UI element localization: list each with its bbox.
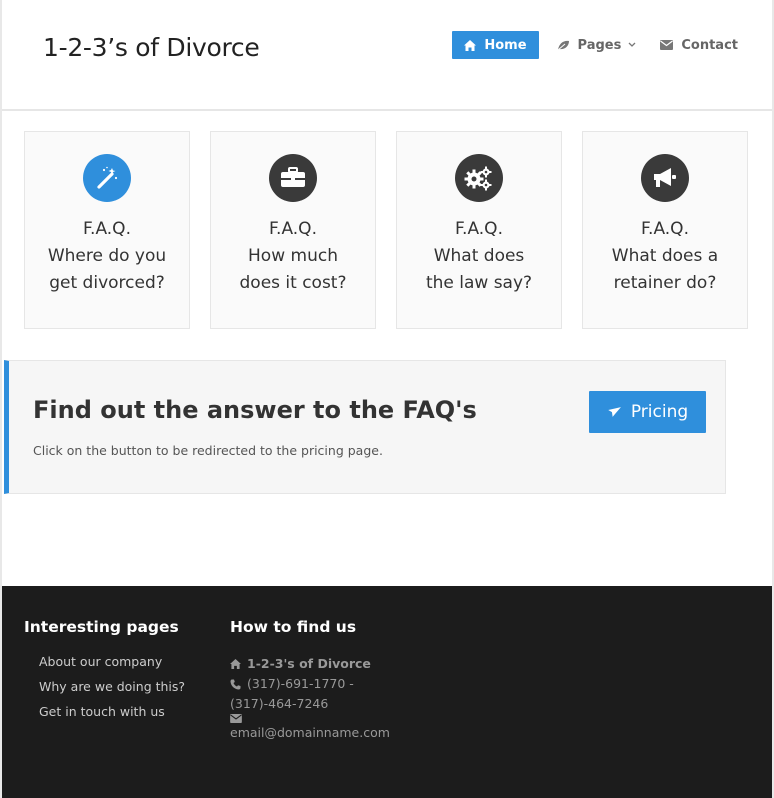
site-header: 1-2-3’s of Divorce Home Pages Contact (2, 0, 772, 111)
phone-icon (230, 679, 241, 689)
gears-icon (455, 154, 503, 202)
callout-title: Find out the answer to the FAQ's (33, 396, 477, 424)
faq-box-question-line1: Where do you (47, 246, 167, 266)
footer-contact-info: 1-2-3's of Divorce (317)-691-1770 - (317… (230, 654, 390, 743)
faq-box-question-line1: What does (433, 246, 525, 266)
footer-email[interactable]: email@domainname.com (230, 723, 390, 743)
faq-features: F.A.Q. Where do you get divorced? F.A.Q.… (24, 131, 748, 329)
faq-box-where[interactable]: F.A.Q. Where do you get divorced? (24, 131, 190, 329)
briefcase-icon (269, 154, 317, 202)
chevron-down-icon (628, 42, 636, 47)
footer-contact-heading: How to find us (230, 618, 357, 636)
nav-home[interactable]: Home (452, 31, 539, 59)
envelope-icon (660, 40, 674, 50)
faq-box-question-line2: the law say? (425, 273, 533, 293)
magic-wand-icon (83, 154, 131, 202)
faq-box-question-line1: What does a (611, 246, 719, 266)
leaf-icon (557, 40, 569, 50)
footer-company-name: 1-2-3's of Divorce (247, 656, 371, 671)
site-brand[interactable]: 1-2-3’s of Divorce (43, 33, 260, 62)
footer-link-why[interactable]: Why are we doing this? (39, 679, 185, 704)
footer-phone-1: (317)-691-1770 - (247, 676, 354, 691)
nav-pages[interactable]: Pages (545, 31, 649, 59)
faq-box-retainer[interactable]: F.A.Q. What does a retainer do? (582, 131, 748, 329)
home-icon (230, 659, 241, 669)
nav-contact[interactable]: Contact (648, 31, 750, 59)
pricing-button-label: Pricing (630, 402, 689, 422)
site-footer: Interesting pages About our company Why … (2, 586, 772, 798)
nav-pages-label: Pages (577, 37, 622, 53)
home-icon (464, 39, 477, 51)
faq-box-question-line2: does it cost? (239, 273, 347, 293)
faq-box-question-line2: retainer do? (613, 273, 717, 293)
nav-contact-label: Contact (681, 37, 738, 53)
plane-icon (608, 407, 621, 417)
envelope-icon (230, 714, 242, 723)
faq-box-label: F.A.Q. (641, 219, 689, 239)
faq-box-law[interactable]: F.A.Q. What does the law say? (396, 131, 562, 329)
main-nav: Home Pages Contact (452, 31, 750, 59)
faq-box-label: F.A.Q. (83, 219, 131, 239)
footer-links: About our company Why are we doing this?… (24, 654, 185, 729)
callout-text: Click on the button to be redirected to … (33, 443, 383, 458)
footer-link-contact[interactable]: Get in touch with us (39, 704, 185, 729)
megaphone-icon (641, 154, 689, 202)
faq-callout: Find out the answer to the FAQ's Click o… (4, 360, 726, 494)
footer-pages-heading: Interesting pages (24, 618, 179, 636)
footer-phone-2: (317)-464-7246 (230, 696, 329, 711)
faq-box-label: F.A.Q. (455, 219, 503, 239)
footer-link-about[interactable]: About our company (39, 654, 185, 679)
nav-home-label: Home (484, 37, 527, 53)
faq-box-question-line2: get divorced? (49, 273, 165, 293)
faq-box-label: F.A.Q. (269, 219, 317, 239)
pricing-button[interactable]: Pricing (589, 391, 706, 433)
faq-box-question-line1: How much (248, 246, 338, 266)
footer-pages-column: Interesting pages About our company Why … (24, 618, 185, 729)
footer-contact-column: How to find us 1-2-3's of Divorce (317)-… (230, 618, 390, 743)
faq-box-cost[interactable]: F.A.Q. How much does it cost? (210, 131, 376, 329)
